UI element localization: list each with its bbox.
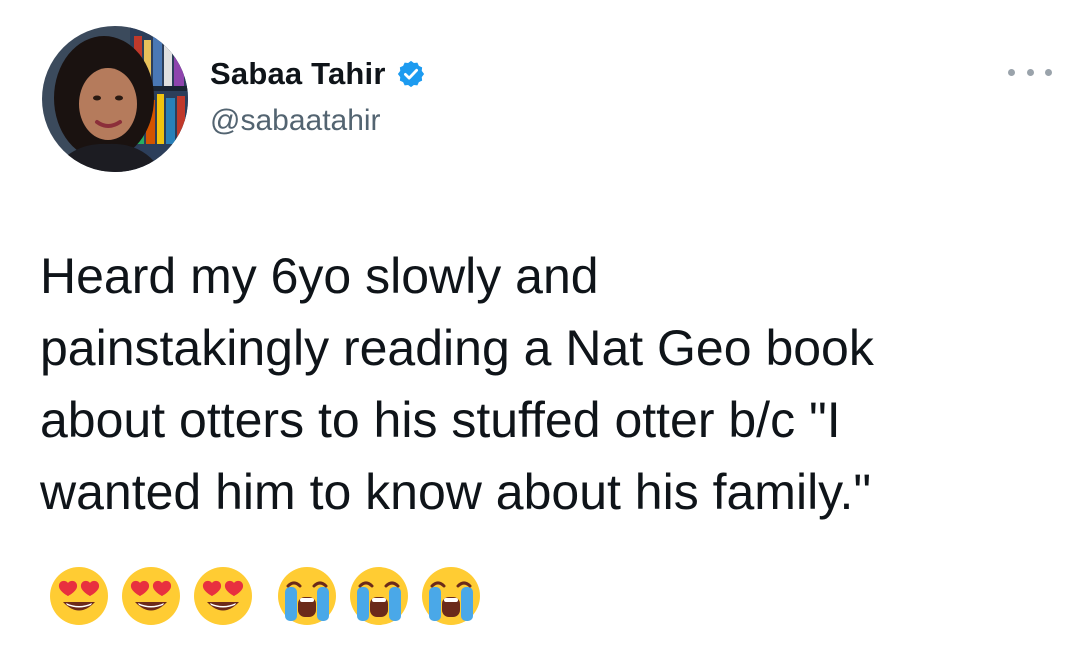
- heart-eyes-face-icon: [48, 565, 110, 627]
- author-handle[interactable]: @sabaatahir: [210, 104, 381, 138]
- author-avatar[interactable]: [42, 26, 188, 172]
- avatar-photo: [42, 26, 188, 172]
- loudly-crying-face-icon: [420, 565, 482, 627]
- heart-eyes-face-icon: [120, 565, 182, 627]
- emoji-row: [48, 560, 492, 632]
- verified-badge-icon: [396, 59, 426, 89]
- heart-eyes-face-icon: [192, 565, 254, 627]
- loudly-crying-face-icon: [348, 565, 410, 627]
- tweet-text: Heard my 6yo slowly and painstakingly re…: [40, 248, 874, 520]
- more-options-icon[interactable]: [1008, 60, 1052, 84]
- author-display-name[interactable]: Sabaa Tahir: [210, 56, 386, 92]
- author-name-row: Sabaa Tahir: [210, 52, 426, 96]
- loudly-crying-face-icon: [276, 565, 338, 627]
